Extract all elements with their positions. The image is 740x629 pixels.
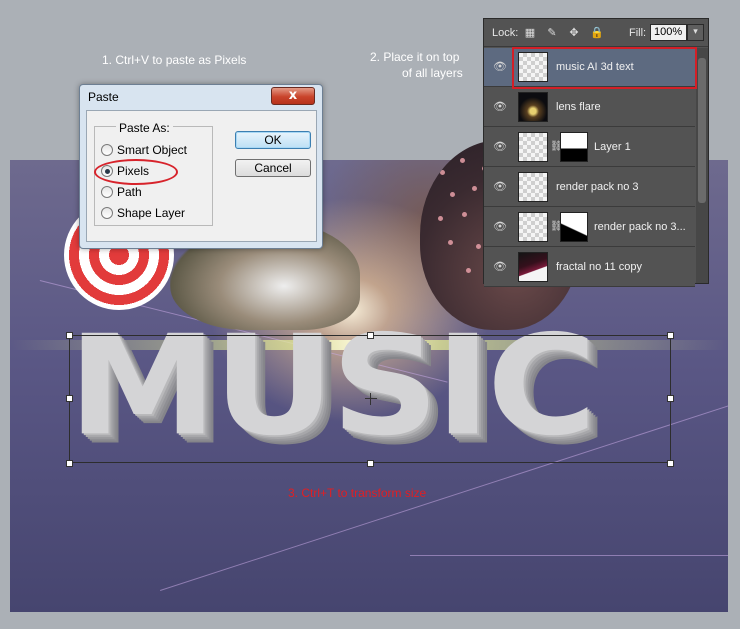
- layer-mask-thumbnail[interactable]: [560, 212, 588, 242]
- option-path[interactable]: Path: [101, 184, 142, 200]
- eye-icon[interactable]: 👁: [489, 181, 511, 193]
- layer-name: render pack no 3...: [594, 221, 686, 233]
- option-smart-object[interactable]: Smart Object: [101, 142, 187, 158]
- layer-thumbnail: [518, 172, 548, 202]
- layer-row[interactable]: 👁 ⛓ Layer 1: [484, 128, 695, 167]
- annotation-highlight-box: [512, 47, 697, 89]
- layer-row[interactable]: 👁 lens flare: [484, 88, 695, 127]
- layer-name: lens flare: [556, 101, 601, 113]
- eye-icon[interactable]: 👁: [489, 101, 511, 113]
- radio-icon[interactable]: [101, 144, 113, 156]
- transform-handle-bottom[interactable]: [367, 460, 374, 467]
- radio-icon[interactable]: [101, 186, 113, 198]
- layer-row[interactable]: 👁 render pack no 3: [484, 168, 695, 207]
- fill-input[interactable]: 100%: [650, 24, 687, 41]
- transform-handle-top[interactable]: [367, 332, 374, 339]
- fill-label: Fill:: [629, 27, 647, 39]
- layer-row[interactable]: 👁 fractal no 11 copy: [484, 248, 695, 287]
- lock-all-icon[interactable]: 🔒: [590, 27, 604, 39]
- annotation-circle: [94, 159, 178, 185]
- option-label: Smart Object: [117, 143, 188, 157]
- lock-position-icon[interactable]: ✥: [568, 27, 580, 39]
- ok-button[interactable]: OK: [235, 131, 311, 149]
- layer-mask-thumbnail[interactable]: [560, 132, 588, 162]
- option-label: Shape Layer: [117, 206, 186, 220]
- transform-handle-bottom-right[interactable]: [667, 460, 674, 467]
- scrollbar-thumb[interactable]: [698, 58, 706, 203]
- step1-note: 1. Ctrl+V to paste as Pixels: [102, 53, 247, 67]
- step2-note-line2: of all layers: [402, 66, 463, 80]
- step2-note-line1: 2. Place it on top: [370, 50, 460, 64]
- layers-toolbar: Lock: ▦ ✎ ✥ 🔒 Fill: 100% ▾: [484, 19, 708, 47]
- eye-icon[interactable]: 👁: [489, 141, 511, 153]
- dialog-title: Paste: [88, 90, 119, 104]
- option-label: Path: [117, 185, 142, 199]
- step3-note: 3. Ctrl+T to transform size: [288, 486, 427, 500]
- lock-label: Lock:: [492, 27, 519, 39]
- eye-icon[interactable]: 👁: [489, 221, 511, 233]
- eye-icon[interactable]: 👁: [489, 261, 511, 273]
- lock-transparent-icon[interactable]: ▦: [524, 27, 536, 39]
- close-button[interactable]: x: [271, 87, 315, 105]
- layer-name: Layer 1: [594, 141, 631, 153]
- layers-scrollbar[interactable]: [696, 48, 708, 283]
- layer-name: fractal no 11 copy: [556, 261, 643, 273]
- paste-as-group-label: Paste As:: [116, 121, 173, 135]
- eye-icon[interactable]: 👁: [489, 61, 511, 73]
- option-shape-layer[interactable]: Shape Layer: [101, 205, 185, 221]
- fill-dropdown-icon[interactable]: ▾: [687, 24, 704, 41]
- transform-handle-top-right[interactable]: [667, 332, 674, 339]
- horizon-line: [410, 555, 728, 556]
- link-icon[interactable]: ⛓: [550, 221, 563, 233]
- transform-handle-right[interactable]: [667, 395, 674, 402]
- link-icon[interactable]: ⛓: [550, 141, 563, 153]
- transform-handle-top-left[interactable]: [66, 332, 73, 339]
- transform-handle-bottom-left[interactable]: [66, 460, 73, 467]
- cancel-button[interactable]: Cancel: [235, 159, 311, 177]
- layer-row[interactable]: 👁 ⛓ render pack no 3...: [484, 208, 695, 247]
- transform-center-point-icon[interactable]: [365, 393, 377, 405]
- layer-name: render pack no 3: [556, 181, 639, 193]
- lock-brush-icon[interactable]: ✎: [546, 27, 558, 39]
- layer-thumbnail: [518, 252, 548, 282]
- layer-thumbnail: [518, 92, 548, 122]
- layer-thumbnail: [518, 212, 548, 242]
- transform-handle-left[interactable]: [66, 395, 73, 402]
- radio-icon[interactable]: [101, 207, 113, 219]
- layer-thumbnail: [518, 132, 548, 162]
